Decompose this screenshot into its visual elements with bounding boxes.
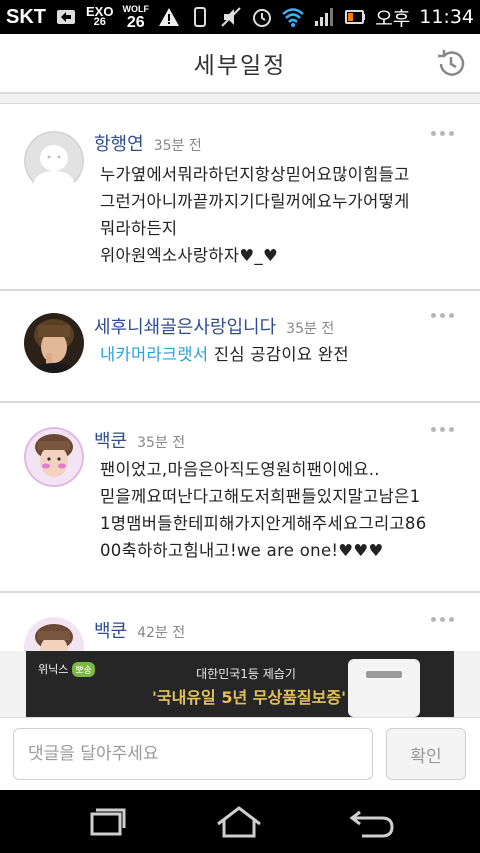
comment-line: 팬이었고,마음은아직도영원히팬이에요.. <box>100 460 380 479</box>
comment-line: 믿을께요떠난다고해도저희팬들있지말고남은1 <box>100 487 421 506</box>
comment-card: 백쿤 35분 전 팬이었고,마음은아직도영원히팬이에요.. 믿을께요떠난다고해도… <box>0 402 480 592</box>
comment-header: 세후니쇄골은사랑입니다 35분 전 <box>94 313 334 339</box>
comment-time: 35분 전 <box>137 435 186 451</box>
recent-apps-icon[interactable] <box>82 804 132 840</box>
home-icon[interactable] <box>214 804 264 840</box>
download-icon <box>57 10 75 24</box>
comment-body: 진심 공감이요 완전 <box>208 345 349 364</box>
comment-time: 35분 전 <box>286 321 335 337</box>
comment-time: 42분 전 <box>137 625 186 641</box>
ad-brand: 위닉스 <box>38 663 69 676</box>
wolf-label: WOLF <box>122 3 149 14</box>
avatar[interactable] <box>24 313 84 373</box>
more-options-icon[interactable] <box>431 617 454 622</box>
more-options-icon[interactable] <box>431 313 454 318</box>
ad-tagline: '국내유일 5년 무상품질보증' <box>152 688 346 707</box>
comment-author[interactable]: 세후니쇄골은사랑입니다 <box>94 313 276 339</box>
comment-text: 누가옆에서뭐라하던지항상믿어요많이힘들고 그런거아니까끝까지기다릴꺼에요누가어떻… <box>100 161 458 269</box>
exo-widget: EXO 26 <box>86 5 113 28</box>
status-ampm: 오후 <box>375 7 411 30</box>
comment-line: 그런거아니까끝까지기다릴꺼에요누가어떻게 <box>100 192 410 211</box>
avatar[interactable] <box>24 617 84 651</box>
comment-list[interactable]: 항행연 35분 전 누가옆에서뭐라하던지항상믿어요많이힘들고 그런거아니까끝까지… <box>0 96 480 651</box>
history-icon[interactable] <box>434 47 468 81</box>
wifi-icon <box>282 8 305 27</box>
warning-icon <box>158 8 179 26</box>
mention-link[interactable]: 내카머라크랫서 <box>100 345 208 364</box>
app-header: 세부일정 <box>0 34 480 94</box>
comment-header: 백쿤 35분 전 <box>94 427 185 453</box>
comment-line: 위아원엑소사랑하자♥_♥ <box>100 246 279 265</box>
comment-card: 세후니쇄골은사랑입니다 35분 전 내카머라크랫서 진심 공감이요 완전 <box>0 290 480 402</box>
battery-icon <box>345 10 366 24</box>
page-title: 세부일정 <box>193 53 287 79</box>
wolf-number: 26 <box>126 13 145 31</box>
alarm-icon <box>253 9 272 27</box>
ad-badge: 뽀송 <box>72 661 95 677</box>
comment-author[interactable]: 백쿤 <box>94 427 127 453</box>
system-nav-bar <box>0 790 480 853</box>
ad-banner[interactable]: 위닉스 뽀송 대한민국1등 제습기 '국내유일 5년 무상품질보증' <box>26 651 454 717</box>
comment-input[interactable] <box>13 728 373 780</box>
profile-photo <box>24 313 84 373</box>
confirm-button[interactable]: 확인 <box>386 728 466 780</box>
ad-headline: 대한민국1등 제습기 <box>196 667 296 681</box>
comment-author[interactable]: 백쿤 <box>94 617 127 643</box>
comment-text: 내카머라크랫서 진심 공감이요 완전 <box>100 341 458 368</box>
default-avatar-icon <box>24 131 84 191</box>
signal-icon <box>315 8 334 26</box>
carrier-label: SKT <box>6 5 46 28</box>
screen-rotate-icon <box>194 7 207 27</box>
profile-photo <box>24 617 84 651</box>
comment-input-bar: 확인 <box>0 717 480 790</box>
comment-author[interactable]: 항행연 <box>94 130 144 156</box>
more-options-icon[interactable] <box>431 427 454 432</box>
status-bar: SKT EXO 26 WOLF 26 오후 11:34 <box>0 0 480 34</box>
comment-header: 항행연 35분 전 <box>94 130 202 156</box>
comment-line: 1명맴버들한테피해가지안게해주세요그리고86 <box>100 514 427 533</box>
dehumidifier-image <box>348 659 420 717</box>
comment-time: 35분 전 <box>153 138 202 154</box>
comment-header: 백쿤 42분 전 <box>94 617 185 643</box>
comment-line: 뭐라하든지 <box>100 219 178 238</box>
comment-line: 00축하하고힘내고!we are one!♥♥♥ <box>100 541 384 560</box>
comment-text: 팬이었고,마음은아직도영원히팬이에요.. 믿을께요떠난다고해도저희팬들있지말고남… <box>100 456 458 564</box>
comment-card: 항행연 35분 전 누가옆에서뭐라하던지항상믿어요많이힘들고 그런거아니까끝까지… <box>0 103 480 290</box>
ad-logo: 위닉스 뽀송 <box>38 661 95 677</box>
more-options-icon[interactable] <box>431 131 454 136</box>
status-time: 11:34 <box>419 6 474 28</box>
wolf-widget: WOLF 26 <box>122 4 149 31</box>
exo-number: 26 <box>93 16 106 28</box>
avatar[interactable] <box>24 427 84 487</box>
comment-line: 누가옆에서뭐라하던지항상믿어요많이힘들고 <box>100 165 410 184</box>
avatar[interactable] <box>24 131 84 191</box>
profile-photo <box>24 427 84 487</box>
vibrate-off-icon <box>221 7 241 27</box>
back-icon[interactable] <box>348 804 398 840</box>
comment-card: 백쿤 42분 전 <box>0 592 480 651</box>
